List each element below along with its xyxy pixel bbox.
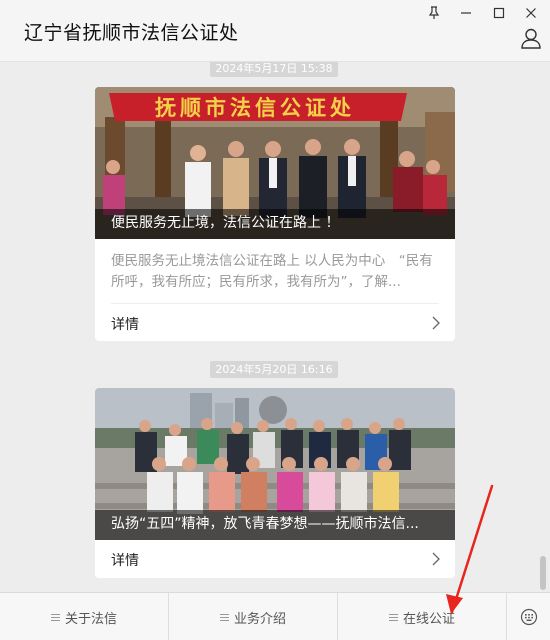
menu-item-about[interactable]: 关于法信 <box>0 593 168 640</box>
article-caption: 便民服务无止境，法信公证在路上 ！ <box>111 215 340 231</box>
message-timestamp: 2024年5月17日 15:38 <box>210 62 338 77</box>
keyboard-icon <box>520 608 537 626</box>
menu-item-online-notary[interactable]: 在线公证 <box>338 593 506 640</box>
menu-item-label: 在线公证 <box>402 611 455 627</box>
photo-caption-overlay: 弘扬“五四”精神，放飞青春梦想——抚顺市法信... <box>95 510 455 540</box>
article-photo[interactable]: 抚顺市法信公证处 便民服务无止境，法信公证在路上 ！ <box>95 87 455 239</box>
photo-caption-overlay: 便民服务无止境，法信公证在路上 ！ <box>95 209 455 239</box>
user-icon <box>521 28 541 49</box>
message-timestamp: 2024年5月20日 16:16 <box>210 361 338 378</box>
menu-item-services[interactable]: 业务介绍 <box>169 593 337 640</box>
details-link[interactable]: 详情 <box>95 540 455 578</box>
close-button[interactable] <box>516 2 546 24</box>
article-caption: 弘扬“五四”精神，放飞青春梦想——抚顺市法信... <box>111 516 419 532</box>
account-button[interactable] <box>520 27 544 51</box>
minimize-button[interactable] <box>451 2 481 24</box>
close-icon <box>526 8 536 18</box>
menu-item-label: 业务介绍 <box>233 611 286 627</box>
menu-lines-icon <box>219 613 229 621</box>
menu-lines-icon <box>50 613 60 621</box>
chevron-right-icon <box>432 552 440 566</box>
details-label: 详情 <box>111 553 139 569</box>
maximize-button[interactable] <box>484 2 514 24</box>
maximize-icon <box>493 7 505 19</box>
feed-scrollbar[interactable] <box>540 556 546 590</box>
article-photo[interactable]: 弘扬“五四”精神，放飞青春梦想——抚顺市法信... <box>95 388 455 540</box>
keyboard-toggle-button[interactable] <box>507 593 550 640</box>
article-summary: 便民服务无止境法信公证在路上 以人民为中心 “民有所呼，我有所应；民有所求，我有… <box>111 253 433 290</box>
window-title: 辽宁省抚顺市法信公证处 <box>24 22 239 44</box>
pin-button[interactable] <box>419 2 449 24</box>
title-bar: 辽宁省抚顺市法信公证处 <box>0 0 550 62</box>
article-card[interactable]: 抚顺市法信公证处 便民服务无止境，法信公证在路上 ！ 便民服务无止境法信公证在路… <box>95 87 455 341</box>
details-link[interactable]: 详情 <box>95 304 455 341</box>
banner-text: 抚顺市法信公证处 <box>155 96 355 120</box>
menu-item-label: 关于法信 <box>64 611 117 627</box>
article-card[interactable]: 弘扬“五四”精神，放飞青春梦想——抚顺市法信... 详情 <box>95 388 455 578</box>
menu-lines-icon <box>388 613 398 621</box>
bottom-menu: 关于法信 业务介绍 在线公证 <box>0 592 550 640</box>
details-label: 详情 <box>111 317 139 333</box>
pin-icon <box>428 6 440 19</box>
message-feed[interactable]: 2024年5月17日 15:38 抚顺市法信公证处 便民服务无止境，法信公证在路… <box>0 62 550 592</box>
chevron-right-icon <box>432 316 440 330</box>
minimize-icon <box>461 12 471 14</box>
